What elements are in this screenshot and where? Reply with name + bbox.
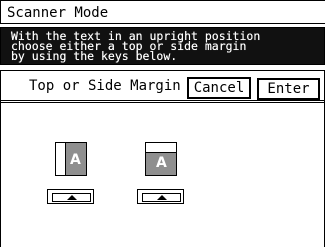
up-arrow-icon [157,195,167,200]
instruction-line-3: by using the keys below. [11,49,178,63]
arrow-button-face [52,193,91,202]
instruction-banner: With the text in an upright position cho… [0,27,325,65]
margin-strip [56,143,66,175]
up-arrow-icon [67,195,77,200]
select-side-margin-button[interactable] [137,189,184,204]
title-bar: Scanner Mode [0,0,325,24]
arrow-button-face [142,193,181,202]
side-margin-icon: A [145,142,177,176]
cancel-button[interactable]: Cancel [187,77,251,99]
select-top-margin-button[interactable] [47,189,94,204]
side-margin-letter: A [156,155,167,171]
enter-button[interactable]: Enter [257,78,320,100]
top-margin-letter: A [70,152,81,168]
top-margin-icon: A [55,142,87,176]
margin-strip [146,143,176,153]
window-title: Scanner Mode [7,5,109,21]
scanner-mode-screen: Scanner Mode With the text in an upright… [0,0,327,247]
panel-label: Top or Side Margin [29,78,181,94]
panel-divider [1,100,324,101]
edge-mark [324,227,325,247]
panel-divider-lower [1,102,324,103]
